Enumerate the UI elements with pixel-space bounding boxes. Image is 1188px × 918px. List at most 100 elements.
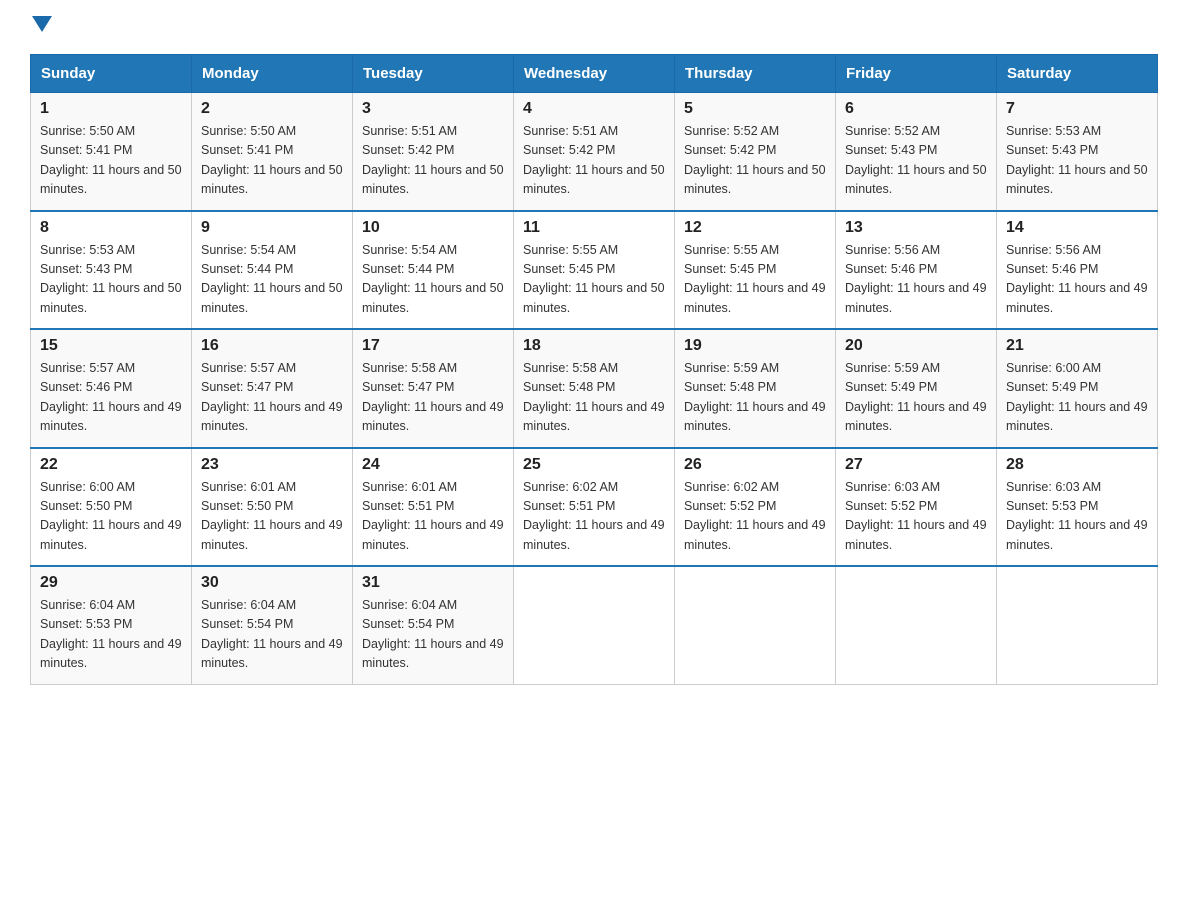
- day-number: 26: [684, 456, 826, 474]
- calendar-cell: 14 Sunrise: 5:56 AMSunset: 5:46 PMDayligh…: [997, 211, 1158, 330]
- day-number: 16: [201, 337, 343, 355]
- day-number: 2: [201, 100, 343, 118]
- day-number: 8: [40, 219, 182, 237]
- day-info: Sunrise: 5:53 AMSunset: 5:43 PMDaylight:…: [1006, 122, 1148, 200]
- calendar-cell: 31Sunrise: 6:04 AMSunset: 5:54 PMDayligh…: [353, 566, 514, 684]
- day-number: 31: [362, 574, 504, 592]
- weekday-header-thursday: Thursday: [675, 55, 836, 93]
- day-info: Sunrise: 5:56 AMSunset: 5:46 PMDaylight:…: [845, 241, 987, 319]
- day-info: Sunrise: 5:58 AMSunset: 5:48 PMDaylight:…: [523, 359, 665, 437]
- calendar-cell: 21Sunrise: 6:00 AMSunset: 5:49 PMDayligh…: [997, 329, 1158, 448]
- weekday-header-tuesday: Tuesday: [353, 55, 514, 93]
- calendar-cell: 7 Sunrise: 5:53 AMSunset: 5:43 PMDaylight…: [997, 93, 1158, 211]
- week-row-4: 22 Sunrise: 6:00 AMSunset: 5:50 PMDayligh…: [31, 448, 1158, 567]
- day-number: 18: [523, 337, 665, 355]
- weekday-header-row: SundayMondayTuesdayWednesdayThursdayFrid…: [31, 55, 1158, 93]
- day-info: Sunrise: 5:55 AMSunset: 5:45 PMDaylight:…: [523, 241, 665, 319]
- calendar-cell: 1 Sunrise: 5:50 AMSunset: 5:41 PMDaylight…: [31, 93, 192, 211]
- calendar-cell: 20 Sunrise: 5:59 AMSunset: 5:49 PMDayligh…: [836, 329, 997, 448]
- logo-triangle-icon: [32, 16, 52, 32]
- calendar-cell: 30 Sunrise: 6:04 AMSunset: 5:54 PMDayligh…: [192, 566, 353, 684]
- week-row-1: 1 Sunrise: 5:50 AMSunset: 5:41 PMDaylight…: [31, 93, 1158, 211]
- calendar-cell: 2 Sunrise: 5:50 AMSunset: 5:41 PMDaylight…: [192, 93, 353, 211]
- calendar-cell: 8 Sunrise: 5:53 AMSunset: 5:43 PMDaylight…: [31, 211, 192, 330]
- day-info: Sunrise: 6:01 AMSunset: 5:50 PMDaylight:…: [201, 478, 343, 556]
- calendar-cell: 29 Sunrise: 6:04 AMSunset: 5:53 PMDayligh…: [31, 566, 192, 684]
- day-number: 22: [40, 456, 182, 474]
- week-row-2: 8 Sunrise: 5:53 AMSunset: 5:43 PMDaylight…: [31, 211, 1158, 330]
- calendar-cell: [675, 566, 836, 684]
- day-info: Sunrise: 5:56 AMSunset: 5:46 PMDaylight:…: [1006, 241, 1148, 319]
- calendar-cell: 6 Sunrise: 5:52 AMSunset: 5:43 PMDaylight…: [836, 93, 997, 211]
- day-number: 30: [201, 574, 343, 592]
- calendar-cell: 12Sunrise: 5:55 AMSunset: 5:45 PMDayligh…: [675, 211, 836, 330]
- calendar-cell: 28Sunrise: 6:03 AMSunset: 5:53 PMDayligh…: [997, 448, 1158, 567]
- calendar-cell: 26 Sunrise: 6:02 AMSunset: 5:52 PMDayligh…: [675, 448, 836, 567]
- weekday-header-sunday: Sunday: [31, 55, 192, 93]
- day-info: Sunrise: 5:51 AMSunset: 5:42 PMDaylight:…: [523, 122, 665, 200]
- day-number: 7: [1006, 100, 1148, 118]
- day-number: 17: [362, 337, 504, 355]
- calendar-cell: 22 Sunrise: 6:00 AMSunset: 5:50 PMDayligh…: [31, 448, 192, 567]
- calendar-cell: [997, 566, 1158, 684]
- day-number: 25: [523, 456, 665, 474]
- day-number: 29: [40, 574, 182, 592]
- day-number: 20: [845, 337, 987, 355]
- calendar-cell: 16 Sunrise: 5:57 AMSunset: 5:47 PMDayligh…: [192, 329, 353, 448]
- day-info: Sunrise: 6:00 AMSunset: 5:50 PMDaylight:…: [40, 478, 182, 556]
- day-number: 11: [523, 219, 665, 237]
- day-info: Sunrise: 5:54 AMSunset: 5:44 PMDaylight:…: [362, 241, 504, 319]
- day-number: 3: [362, 100, 504, 118]
- calendar-cell: [514, 566, 675, 684]
- day-number: 13: [845, 219, 987, 237]
- day-info: Sunrise: 6:04 AMSunset: 5:53 PMDaylight:…: [40, 596, 182, 674]
- day-number: 27: [845, 456, 987, 474]
- week-row-3: 15 Sunrise: 5:57 AMSunset: 5:46 PMDayligh…: [31, 329, 1158, 448]
- day-number: 19: [684, 337, 826, 355]
- day-info: Sunrise: 5:52 AMSunset: 5:43 PMDaylight:…: [845, 122, 987, 200]
- calendar-cell: 4 Sunrise: 5:51 AMSunset: 5:42 PMDaylight…: [514, 93, 675, 211]
- day-info: Sunrise: 6:04 AMSunset: 5:54 PMDaylight:…: [201, 596, 343, 674]
- day-info: Sunrise: 5:58 AMSunset: 5:47 PMDaylight:…: [362, 359, 504, 437]
- day-number: 14: [1006, 219, 1148, 237]
- calendar-cell: 9 Sunrise: 5:54 AMSunset: 5:44 PMDaylight…: [192, 211, 353, 330]
- day-info: Sunrise: 5:53 AMSunset: 5:43 PMDaylight:…: [40, 241, 182, 319]
- day-number: 15: [40, 337, 182, 355]
- calendar-cell: 10 Sunrise: 5:54 AMSunset: 5:44 PMDayligh…: [353, 211, 514, 330]
- day-info: Sunrise: 6:02 AMSunset: 5:52 PMDaylight:…: [684, 478, 826, 556]
- day-info: Sunrise: 5:57 AMSunset: 5:47 PMDaylight:…: [201, 359, 343, 437]
- calendar-cell: 19 Sunrise: 5:59 AMSunset: 5:48 PMDayligh…: [675, 329, 836, 448]
- calendar-cell: 11 Sunrise: 5:55 AMSunset: 5:45 PMDayligh…: [514, 211, 675, 330]
- calendar-cell: 5Sunrise: 5:52 AMSunset: 5:42 PMDaylight…: [675, 93, 836, 211]
- week-row-5: 29 Sunrise: 6:04 AMSunset: 5:53 PMDayligh…: [31, 566, 1158, 684]
- calendar-cell: [836, 566, 997, 684]
- calendar-cell: 17 Sunrise: 5:58 AMSunset: 5:47 PMDayligh…: [353, 329, 514, 448]
- calendar-table: SundayMondayTuesdayWednesdayThursdayFrid…: [30, 54, 1158, 685]
- day-info: Sunrise: 5:50 AMSunset: 5:41 PMDaylight:…: [40, 122, 182, 200]
- day-info: Sunrise: 5:50 AMSunset: 5:41 PMDaylight:…: [201, 122, 343, 200]
- day-info: Sunrise: 5:59 AMSunset: 5:49 PMDaylight:…: [845, 359, 987, 437]
- day-info: Sunrise: 6:00 AMSunset: 5:49 PMDaylight:…: [1006, 359, 1148, 437]
- day-info: Sunrise: 5:59 AMSunset: 5:48 PMDaylight:…: [684, 359, 826, 437]
- weekday-header-monday: Monday: [192, 55, 353, 93]
- day-info: Sunrise: 5:52 AMSunset: 5:42 PMDaylight:…: [684, 122, 826, 200]
- calendar-cell: 24Sunrise: 6:01 AMSunset: 5:51 PMDayligh…: [353, 448, 514, 567]
- day-number: 24: [362, 456, 504, 474]
- calendar-cell: 27Sunrise: 6:03 AMSunset: 5:52 PMDayligh…: [836, 448, 997, 567]
- day-info: Sunrise: 5:51 AMSunset: 5:42 PMDaylight:…: [362, 122, 504, 200]
- day-number: 4: [523, 100, 665, 118]
- day-number: 6: [845, 100, 987, 118]
- page-header: [30, 20, 1158, 36]
- calendar-cell: 3 Sunrise: 5:51 AMSunset: 5:42 PMDaylight…: [353, 93, 514, 211]
- calendar-cell: 23Sunrise: 6:01 AMSunset: 5:50 PMDayligh…: [192, 448, 353, 567]
- calendar-cell: 25Sunrise: 6:02 AMSunset: 5:51 PMDayligh…: [514, 448, 675, 567]
- calendar-cell: 13 Sunrise: 5:56 AMSunset: 5:46 PMDayligh…: [836, 211, 997, 330]
- day-info: Sunrise: 5:55 AMSunset: 5:45 PMDaylight:…: [684, 241, 826, 319]
- weekday-header-saturday: Saturday: [997, 55, 1158, 93]
- day-number: 10: [362, 219, 504, 237]
- day-number: 28: [1006, 456, 1148, 474]
- day-number: 1: [40, 100, 182, 118]
- day-number: 9: [201, 219, 343, 237]
- day-info: Sunrise: 5:57 AMSunset: 5:46 PMDaylight:…: [40, 359, 182, 437]
- day-info: Sunrise: 5:54 AMSunset: 5:44 PMDaylight:…: [201, 241, 343, 319]
